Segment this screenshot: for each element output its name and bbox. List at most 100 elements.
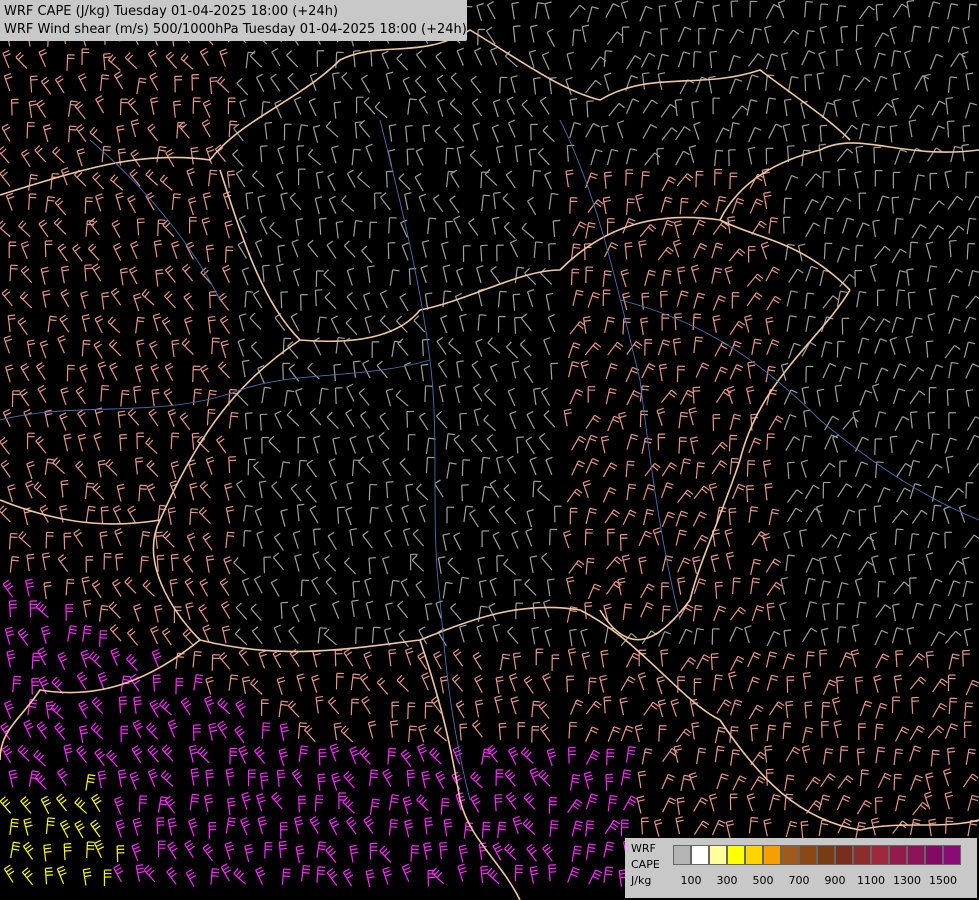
wind-barb bbox=[76, 671, 88, 690]
wind-barb bbox=[506, 96, 515, 115]
wind-barb bbox=[291, 768, 303, 787]
wind-barb bbox=[276, 769, 286, 787]
wind-barb bbox=[625, 746, 636, 763]
wind-barb bbox=[192, 365, 201, 383]
wind-barb bbox=[427, 217, 437, 235]
wind-barb bbox=[927, 531, 940, 548]
wind-barb bbox=[208, 821, 217, 839]
wind-barb bbox=[521, 99, 533, 118]
wind-barb bbox=[84, 264, 93, 282]
wind-barb bbox=[110, 174, 124, 191]
wind-barb bbox=[67, 625, 78, 642]
wind-barb bbox=[909, 818, 921, 836]
wind-barb bbox=[399, 293, 409, 312]
wind-barb bbox=[906, 0, 915, 18]
wind-barb bbox=[113, 796, 124, 815]
wind-barb bbox=[211, 337, 220, 355]
wind-barb bbox=[462, 245, 471, 262]
wind-barb bbox=[927, 411, 936, 429]
wind-barb bbox=[167, 817, 177, 836]
wind-barb bbox=[606, 748, 615, 766]
wind-barb bbox=[78, 73, 87, 92]
wind-barb bbox=[352, 360, 361, 378]
wind-barb bbox=[711, 242, 724, 259]
wind-barb bbox=[55, 793, 67, 812]
wind-barb bbox=[488, 602, 497, 622]
wind-barb bbox=[660, 482, 674, 499]
wind-barb bbox=[850, 649, 860, 668]
wind-barb bbox=[149, 72, 159, 91]
wind-barb bbox=[445, 147, 454, 165]
wind-barb bbox=[658, 363, 668, 382]
wind-barb bbox=[163, 388, 174, 407]
wind-barb bbox=[433, 650, 442, 670]
wind-barb bbox=[252, 290, 263, 309]
wind-barb bbox=[7, 484, 16, 503]
wind-barb bbox=[746, 793, 756, 812]
wind-barb bbox=[474, 674, 483, 693]
wind-barb bbox=[840, 25, 848, 44]
wind-barb bbox=[26, 339, 36, 358]
wind-barb bbox=[238, 745, 249, 765]
wind-barb bbox=[729, 28, 745, 44]
wind-barb bbox=[192, 650, 202, 668]
wind-barb bbox=[94, 748, 105, 767]
wind-barb bbox=[247, 769, 256, 787]
wind-barb bbox=[911, 602, 924, 619]
wind-barb bbox=[185, 602, 194, 621]
wind-barb bbox=[805, 222, 820, 238]
wind-barb bbox=[542, 125, 555, 143]
wind-barb bbox=[171, 193, 181, 210]
wind-barb bbox=[625, 169, 634, 186]
wind-barb bbox=[343, 240, 356, 258]
wind-barb bbox=[368, 557, 376, 575]
wind-barb bbox=[693, 485, 710, 500]
wind-barb bbox=[138, 484, 148, 502]
wind-barb bbox=[675, 816, 684, 835]
wind-barb bbox=[894, 416, 910, 431]
wind-barb bbox=[241, 676, 251, 695]
wind-barb bbox=[892, 820, 909, 834]
wind-barb bbox=[226, 797, 236, 816]
wind-barb bbox=[585, 222, 596, 239]
wind-barb bbox=[307, 239, 319, 258]
wind-barb bbox=[642, 124, 658, 139]
wind-barb bbox=[295, 218, 304, 236]
wind-barb bbox=[111, 578, 122, 597]
wind-barb bbox=[766, 389, 778, 406]
wind-barb bbox=[909, 676, 927, 690]
wind-barb bbox=[945, 97, 953, 115]
wind-barb bbox=[346, 816, 357, 835]
wind-barb bbox=[583, 771, 594, 790]
wind-barb bbox=[170, 432, 180, 450]
wind-barb bbox=[695, 462, 705, 479]
wind-barb bbox=[91, 793, 102, 813]
wind-barb bbox=[0, 220, 11, 238]
wind-barb bbox=[235, 169, 246, 188]
wind-barb bbox=[250, 678, 263, 695]
wind-barb bbox=[657, 433, 666, 451]
wind-barb bbox=[856, 601, 867, 619]
wind-barb bbox=[822, 679, 837, 695]
wind-barb bbox=[963, 628, 972, 647]
wind-barb bbox=[585, 557, 595, 575]
wind-barb bbox=[676, 173, 694, 187]
wind-barb bbox=[449, 98, 463, 116]
wind-barb bbox=[31, 652, 41, 670]
wind-barb bbox=[603, 50, 613, 67]
wind-barb bbox=[968, 463, 979, 477]
wind-barb bbox=[805, 173, 822, 187]
wind-barb bbox=[657, 72, 666, 90]
wind-barb bbox=[421, 672, 430, 691]
wind-barb bbox=[512, 293, 521, 311]
wind-barb bbox=[270, 73, 281, 92]
wind-barb bbox=[586, 100, 594, 118]
wind-barb bbox=[802, 726, 814, 744]
wind-barb bbox=[396, 315, 408, 333]
wind-barb bbox=[585, 749, 601, 765]
wind-barb bbox=[259, 216, 268, 235]
wind-barb bbox=[346, 292, 358, 310]
wind-barb bbox=[510, 75, 518, 94]
wind-barb bbox=[786, 507, 803, 523]
wind-barb bbox=[692, 604, 703, 622]
